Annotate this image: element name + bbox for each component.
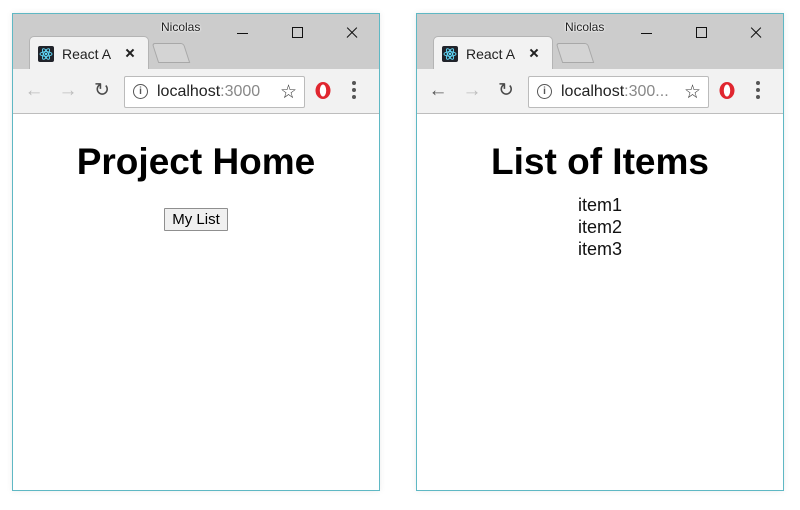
browser-toolbar: ← → ↻ i localhost:3000 ☆ bbox=[13, 69, 379, 114]
address-bar[interactable]: i localhost:3000 ☆ bbox=[124, 76, 305, 108]
close-window-button[interactable] bbox=[746, 23, 766, 43]
info-icon[interactable]: i bbox=[537, 84, 552, 99]
url-host: localhost bbox=[157, 83, 221, 100]
vertical-dots-menu-icon[interactable] bbox=[351, 81, 357, 101]
close-tab-icon[interactable] bbox=[526, 45, 542, 61]
react-icon bbox=[442, 46, 458, 62]
list-item: item2 bbox=[577, 217, 622, 237]
vertical-dots-menu-icon[interactable] bbox=[755, 81, 761, 101]
reload-icon[interactable]: ↻ bbox=[495, 80, 517, 102]
close-window-button[interactable] bbox=[342, 23, 362, 43]
opera-icon[interactable] bbox=[718, 81, 736, 100]
new-tab-button[interactable] bbox=[555, 43, 595, 63]
react-icon bbox=[38, 46, 54, 62]
star-icon[interactable]: ☆ bbox=[280, 81, 297, 104]
titlebar[interactable]: Nicolas React A bbox=[417, 14, 783, 71]
url-port: :300... bbox=[624, 83, 669, 100]
back-arrow-icon[interactable]: ← bbox=[427, 80, 449, 102]
maximize-button[interactable] bbox=[288, 23, 308, 43]
url-port: :3000 bbox=[220, 83, 261, 100]
browser-tab[interactable]: React A bbox=[433, 36, 553, 71]
maximize-button[interactable] bbox=[692, 23, 712, 43]
forward-arrow-icon[interactable]: → bbox=[461, 80, 483, 102]
browser-tab[interactable]: React A bbox=[29, 36, 149, 71]
list-item: item3 bbox=[577, 239, 622, 259]
url-text: localhost:300... bbox=[561, 83, 669, 101]
close-tab-icon[interactable] bbox=[122, 45, 138, 61]
minimize-button[interactable] bbox=[637, 23, 657, 43]
star-icon[interactable]: ☆ bbox=[684, 81, 701, 104]
page-content: List of Items item1 item2 item3 bbox=[417, 114, 783, 490]
list-item: item1 bbox=[577, 195, 622, 215]
minimize-button[interactable] bbox=[233, 23, 253, 43]
info-icon[interactable]: i bbox=[133, 84, 148, 99]
user-name: Nicolas bbox=[565, 20, 605, 34]
browser-window-left: Nicolas React A ← → ↻ i localhost:3000 ☆ bbox=[12, 13, 380, 491]
page-title: List of Items bbox=[491, 141, 709, 182]
reload-icon[interactable]: ↻ bbox=[91, 80, 113, 102]
tab-title: React A bbox=[62, 46, 112, 62]
url-text: localhost:3000 bbox=[157, 83, 260, 101]
user-name: Nicolas bbox=[161, 20, 201, 34]
new-tab-button[interactable] bbox=[151, 43, 191, 63]
url-host: localhost bbox=[561, 83, 625, 100]
browser-toolbar: ← → ↻ i localhost:300... ☆ bbox=[417, 69, 783, 114]
back-arrow-icon[interactable]: ← bbox=[23, 80, 45, 102]
address-bar[interactable]: i localhost:300... ☆ bbox=[528, 76, 709, 108]
item-list: item1 item2 item3 bbox=[417, 194, 783, 260]
browser-window-right: Nicolas React A ← → ↻ i localhost:300... bbox=[416, 13, 784, 491]
opera-icon[interactable] bbox=[314, 81, 332, 100]
page-title: Project Home bbox=[76, 141, 316, 182]
titlebar[interactable]: Nicolas React A bbox=[13, 14, 379, 71]
forward-arrow-icon[interactable]: → bbox=[57, 80, 79, 102]
my-list-button[interactable]: My List bbox=[164, 208, 228, 231]
page-content: Project Home My List bbox=[13, 114, 379, 490]
tab-title: React A bbox=[466, 46, 516, 62]
